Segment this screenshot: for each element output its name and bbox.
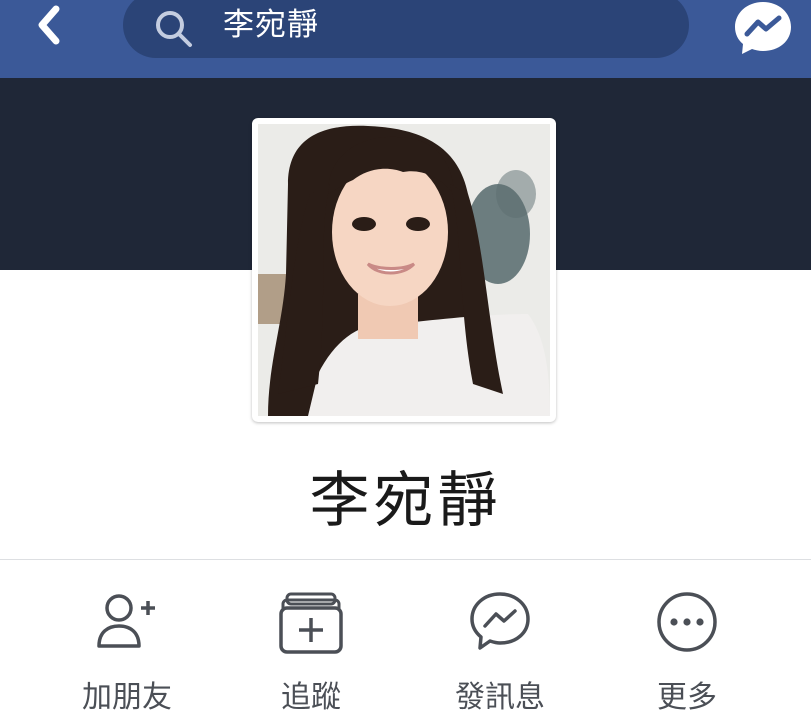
back-button[interactable] (24, 0, 74, 50)
messenger-icon (735, 2, 791, 54)
send-message-label: 發訊息 (455, 680, 545, 715)
profile-name: 李宛靜 (309, 466, 502, 536)
more-label: 更多 (657, 680, 717, 715)
top-navigation-bar: 李宛靜 (0, 0, 811, 78)
messenger-icon (470, 592, 530, 650)
profile-photo-image (258, 124, 550, 416)
add-friend-button[interactable]: 加朋友 (45, 590, 205, 715)
search-bar[interactable]: 李宛靜 (123, 0, 689, 58)
profile-picture[interactable] (252, 118, 556, 422)
more-button[interactable]: 更多 (605, 590, 765, 715)
send-message-button[interactable]: 發訊息 (418, 590, 578, 715)
add-friend-label: 加朋友 (82, 680, 172, 715)
add-friend-icon (97, 594, 155, 648)
more-icon (657, 592, 717, 652)
messenger-button[interactable] (727, 0, 799, 56)
chevron-left-icon (38, 5, 60, 45)
follow-button[interactable]: 追蹤 (229, 590, 389, 715)
search-icon (156, 11, 192, 47)
follow-icon (279, 592, 343, 654)
divider (0, 559, 811, 560)
search-query-text: 李宛靜 (223, 7, 319, 43)
follow-label: 追蹤 (281, 680, 341, 715)
